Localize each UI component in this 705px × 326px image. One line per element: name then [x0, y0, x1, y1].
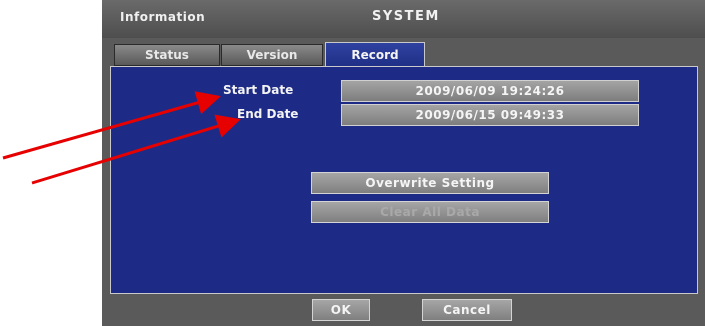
end-date-arrow — [31, 114, 241, 185]
start-date-arrow — [2, 91, 221, 160]
annotation-arrows — [2, 91, 241, 185]
